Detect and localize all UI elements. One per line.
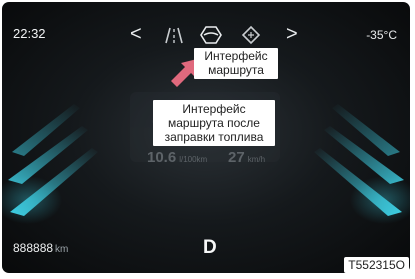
odometer-unit: km [55, 244, 69, 255]
left-gauge-arms [2, 104, 98, 224]
clock: 22:32 [13, 26, 46, 41]
average-speed-readout: 27 km/h [228, 149, 265, 166]
route-refuel-icon[interactable] [240, 25, 262, 45]
odometer-value: 888888 [13, 241, 54, 255]
odometer: 888888 km [13, 241, 68, 255]
fuel-consumption-value: 10.6 [147, 149, 177, 166]
gear-indicator: D [203, 237, 217, 258]
figure-code-label: T552315O [344, 257, 409, 273]
right-gauge-arms [314, 104, 410, 224]
fuel-consumption-readout: 10.6 l/100km [147, 149, 207, 166]
nav-previous-button[interactable]: < [130, 24, 142, 44]
route-hexagon-icon[interactable] [200, 25, 222, 45]
average-speed-value: 27 [228, 149, 245, 166]
lane-road-icon[interactable] [163, 25, 185, 45]
fuel-consumption-unit: l/100km [179, 155, 208, 164]
callout-route-interface: Интерфейс маршрута [194, 48, 278, 79]
callout-route-after-refuel: Интерфейс маршрута после заправки топлив… [153, 100, 275, 146]
temperature-unit: °C [383, 28, 397, 42]
average-speed-unit: km/h [247, 155, 266, 164]
nav-next-button[interactable]: > [286, 24, 298, 44]
outside-temperature: -35°C [366, 28, 397, 42]
